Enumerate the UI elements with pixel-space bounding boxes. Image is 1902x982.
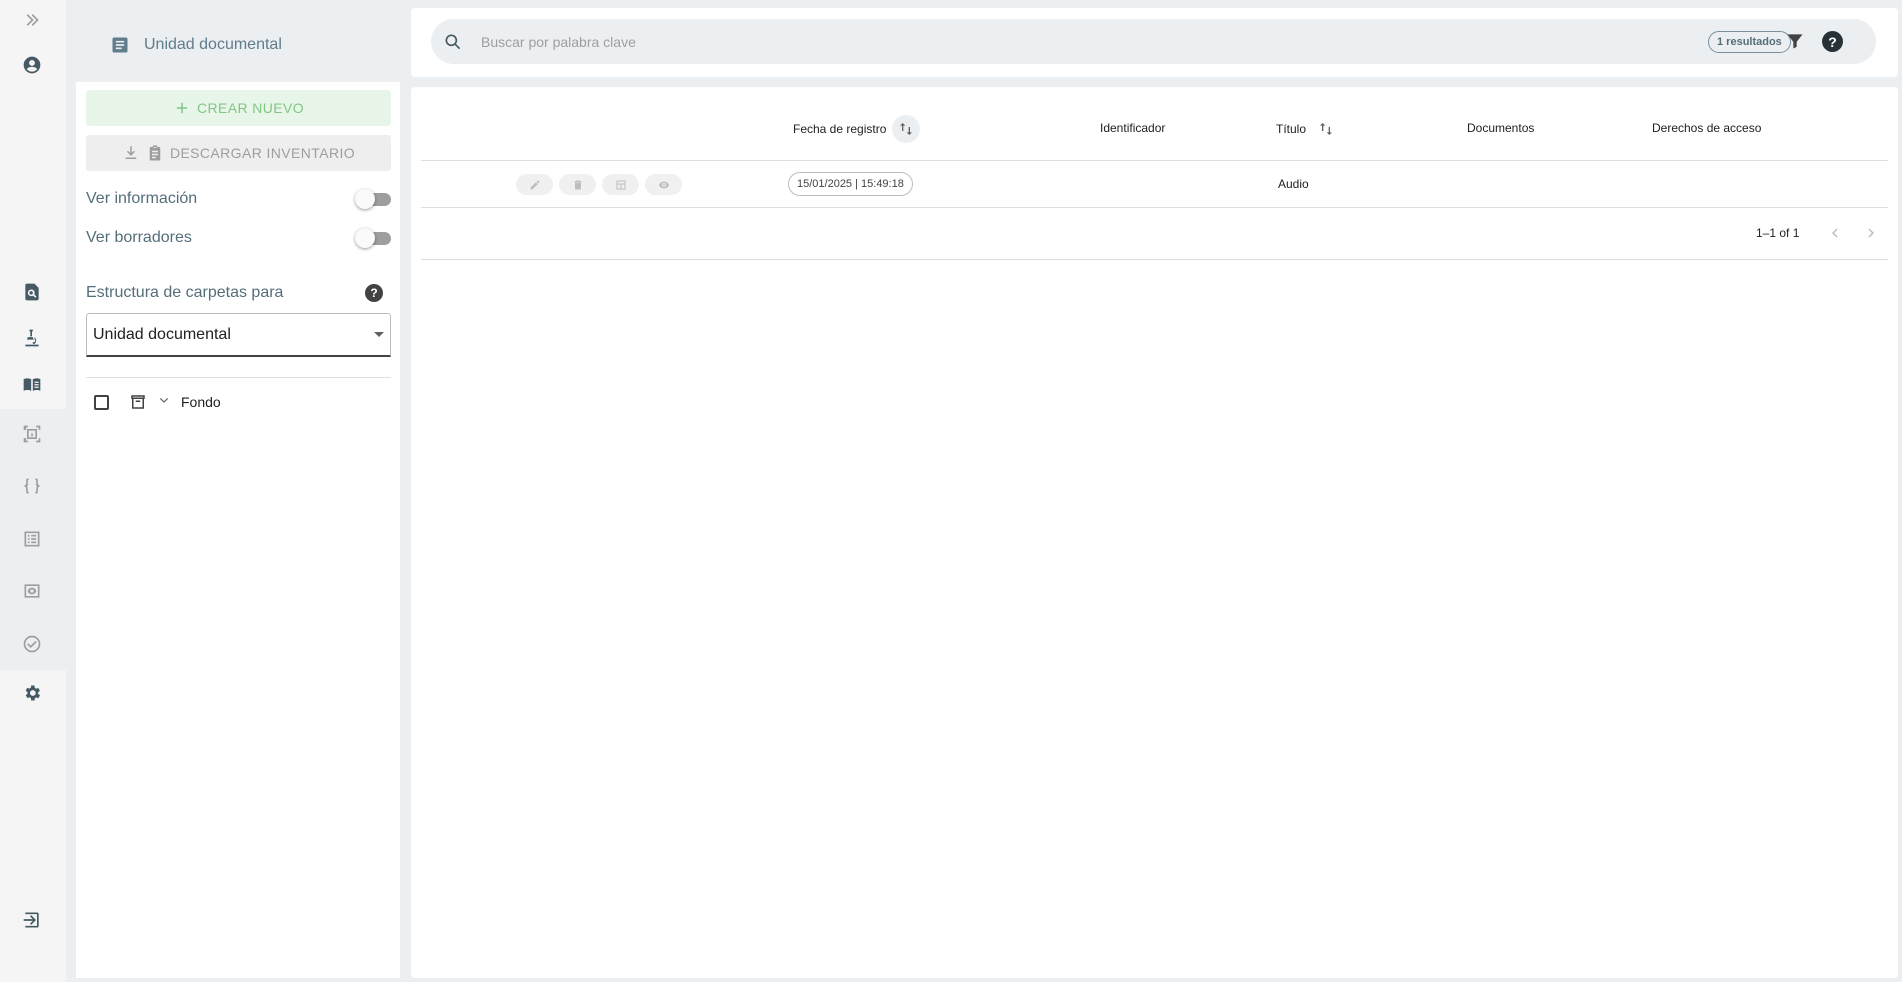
table-pagination: 1–1 of 1 — [421, 208, 1888, 260]
sidebar-title: Unidad documental — [144, 36, 282, 53]
results-badge: 1 resultados — [1708, 31, 1791, 53]
sort-titulo-button[interactable] — [1312, 115, 1340, 143]
microscope-icon[interactable] — [21, 327, 43, 349]
document-icon — [112, 37, 128, 53]
column-header-derechos: Derechos de acceso — [1652, 121, 1762, 135]
divider — [86, 377, 391, 378]
search-document-icon[interactable] — [21, 281, 43, 303]
eye-icon — [658, 181, 669, 188]
download-icon — [125, 146, 137, 159]
book-icon[interactable] — [21, 374, 43, 396]
sidebar-header: Unidad documental — [76, 8, 400, 82]
structure-label-row: Estructura de carpetas para ? — [86, 284, 391, 302]
structure-select[interactable]: Unidad documental — [86, 313, 391, 357]
sort-icon — [900, 123, 913, 135]
clipboard-icon — [149, 145, 161, 161]
search-input[interactable] — [481, 33, 1671, 50]
sort-icon — [1320, 123, 1333, 135]
filter-icon[interactable] — [1785, 31, 1805, 51]
table-row[interactable]: 15/01/2025 | 15:49:18 Audio — [421, 161, 1888, 208]
list-icon[interactable] — [21, 528, 43, 550]
cell-titulo: Audio — [1278, 177, 1309, 191]
double-chevron-right-icon[interactable] — [21, 9, 43, 31]
help-icon[interactable]: ? — [365, 284, 383, 302]
download-inventory-label: DESCARGAR INVENTARIO — [169, 145, 356, 161]
toggle-drafts-row: Ver borradores — [86, 226, 391, 250]
create-new-label: CREAR NUEVO — [196, 100, 305, 116]
details-button[interactable] — [602, 174, 639, 195]
structure-label: Estructura de carpetas para — [86, 284, 284, 301]
create-new-button[interactable]: CREAR NUEVO — [86, 90, 391, 126]
toggle-drafts-switch[interactable] — [355, 228, 391, 248]
column-header-titulo: Título — [1276, 115, 1340, 143]
edit-button[interactable] — [516, 174, 553, 195]
column-label-fecha: Fecha de registro — [793, 122, 887, 136]
text-frame-icon[interactable] — [21, 423, 43, 445]
row-actions — [516, 174, 682, 195]
logout-icon[interactable] — [21, 909, 43, 931]
structure-select-value: Unidad documental — [93, 325, 231, 343]
column-label-titulo: Título — [1276, 122, 1307, 136]
toggle-info-row: Ver información — [86, 187, 391, 211]
check-circle-icon[interactable] — [21, 633, 43, 655]
chevron-right-icon[interactable] — [1862, 224, 1880, 242]
tree-item-fondo[interactable]: Fondo — [86, 390, 221, 414]
delete-button[interactable] — [559, 174, 596, 195]
date-chip: 15/01/2025 | 15:49:18 — [788, 172, 913, 196]
sidebar-panel: CREAR NUEVO DESCARGAR INVENTARIO Ver inf… — [76, 82, 400, 978]
download-inventory-button[interactable]: DESCARGAR INVENTARIO — [86, 135, 391, 171]
pagination-text: 1–1 of 1 — [1756, 226, 1800, 240]
pencil-icon — [530, 180, 539, 189]
view-button[interactable] — [645, 174, 682, 195]
results-table: Fecha de registro Identificador Título D… — [411, 87, 1898, 978]
nav-rail — [0, 0, 66, 982]
search-container: 1 resultados ? — [411, 8, 1898, 77]
table-header: Fecha de registro Identificador Título D… — [421, 97, 1888, 161]
chevron-left-icon[interactable] — [1826, 224, 1844, 242]
archive-box-icon — [131, 395, 145, 409]
toggle-drafts-label: Ver borradores — [86, 229, 192, 246]
column-header-identificador: Identificador — [1100, 121, 1166, 135]
search-icon — [445, 34, 461, 49]
sort-fecha-button[interactable] — [892, 115, 921, 143]
archive-view-icon[interactable] — [21, 580, 43, 602]
code-braces-icon[interactable] — [21, 475, 43, 497]
search-bar: 1 resultados ? — [431, 19, 1876, 64]
trash-icon — [574, 180, 581, 189]
column-header-fecha: Fecha de registro — [793, 115, 921, 143]
table-icon — [616, 180, 625, 189]
caret-down-icon — [374, 332, 384, 337]
plus-icon — [176, 102, 188, 114]
tree-checkbox[interactable] — [94, 394, 109, 410]
column-header-documentos: Documentos — [1467, 121, 1535, 135]
account-circle-icon[interactable] — [21, 54, 43, 76]
search-help-icon[interactable]: ? — [1822, 31, 1843, 52]
chevron-down-icon[interactable] — [157, 393, 171, 412]
toggle-info-switch[interactable] — [355, 189, 391, 209]
gear-icon[interactable] — [21, 682, 43, 704]
toggle-info-label: Ver información — [86, 190, 198, 207]
tree-item-label: Fondo — [181, 394, 221, 410]
